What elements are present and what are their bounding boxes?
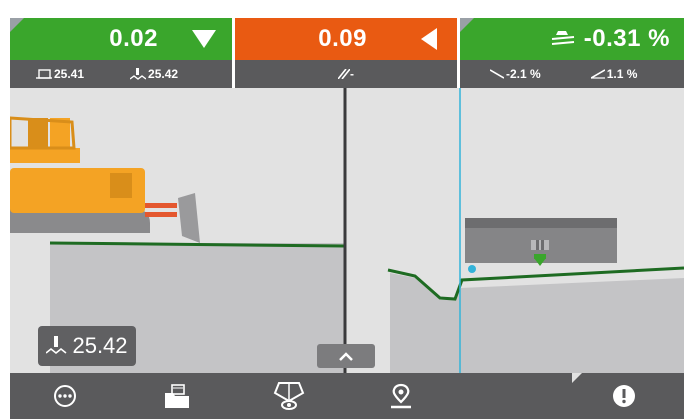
- right-stat-1: -2.1 %: [506, 67, 541, 81]
- center-elevation-value: 0.09: [318, 25, 367, 52]
- design-surface-icon: [36, 69, 52, 79]
- alert-button[interactable]: [607, 379, 641, 413]
- left-stat-1: 25.41: [54, 67, 85, 81]
- mainfall-icon: [490, 69, 504, 79]
- left-stats-bar: 25.41 25.42: [10, 60, 232, 88]
- panel-separator-left: [232, 18, 235, 88]
- right-ground: [390, 273, 684, 373]
- elevation-readout-value: 25.42: [72, 333, 128, 358]
- expand-up-button[interactable]: [317, 344, 375, 368]
- bulldozer: [10, 116, 200, 243]
- elevation-marker-icon: [130, 68, 147, 80]
- chevron-up-icon: [339, 352, 353, 361]
- right-slope-value: -0.31 %: [583, 25, 670, 52]
- left-elevation-value: 0.02: [109, 25, 158, 52]
- elevation-marker-icon: [46, 336, 67, 355]
- center-stats-bar: -: [235, 60, 457, 88]
- cross-slope-icon: [338, 69, 350, 79]
- triangle-down-icon: [192, 30, 216, 48]
- location-button[interactable]: [384, 379, 418, 413]
- corner-marker: [460, 18, 474, 32]
- triangle-left-icon: [421, 28, 437, 50]
- load-folder-button[interactable]: [160, 379, 194, 413]
- center-elevation-indicator[interactable]: 0.09: [235, 18, 457, 60]
- left-stat-2: 25.42: [148, 67, 179, 81]
- center-stat: -: [350, 67, 354, 81]
- view-mode-icon: [273, 382, 305, 410]
- elevation-readout: 25.42: [38, 326, 136, 366]
- location-pin-icon: [391, 383, 411, 409]
- right-slope-indicator[interactable]: -0.31 %: [460, 18, 684, 60]
- grade-control-screen: 0.02 25.41 25.42 0.09 - -0.31 % -2.1 % 1…: [10, 18, 684, 419]
- menu-button[interactable]: [48, 379, 82, 413]
- bottom-toolbar: [10, 373, 684, 419]
- right-stat-2: 1.1 %: [606, 67, 638, 81]
- left-elevation-indicator[interactable]: 0.02: [10, 18, 232, 60]
- corner-marker: [572, 373, 582, 383]
- load-folder-icon: [165, 384, 189, 408]
- alert-icon: [613, 385, 635, 407]
- menu-icon: [54, 385, 76, 407]
- right-stats-bar: -2.1 % 1.1 %: [460, 60, 684, 88]
- corner-marker: [10, 18, 24, 32]
- crossfall-icon: [590, 69, 605, 79]
- slope-layers-icon: [551, 31, 574, 45]
- view-mode-button[interactable]: [272, 379, 306, 413]
